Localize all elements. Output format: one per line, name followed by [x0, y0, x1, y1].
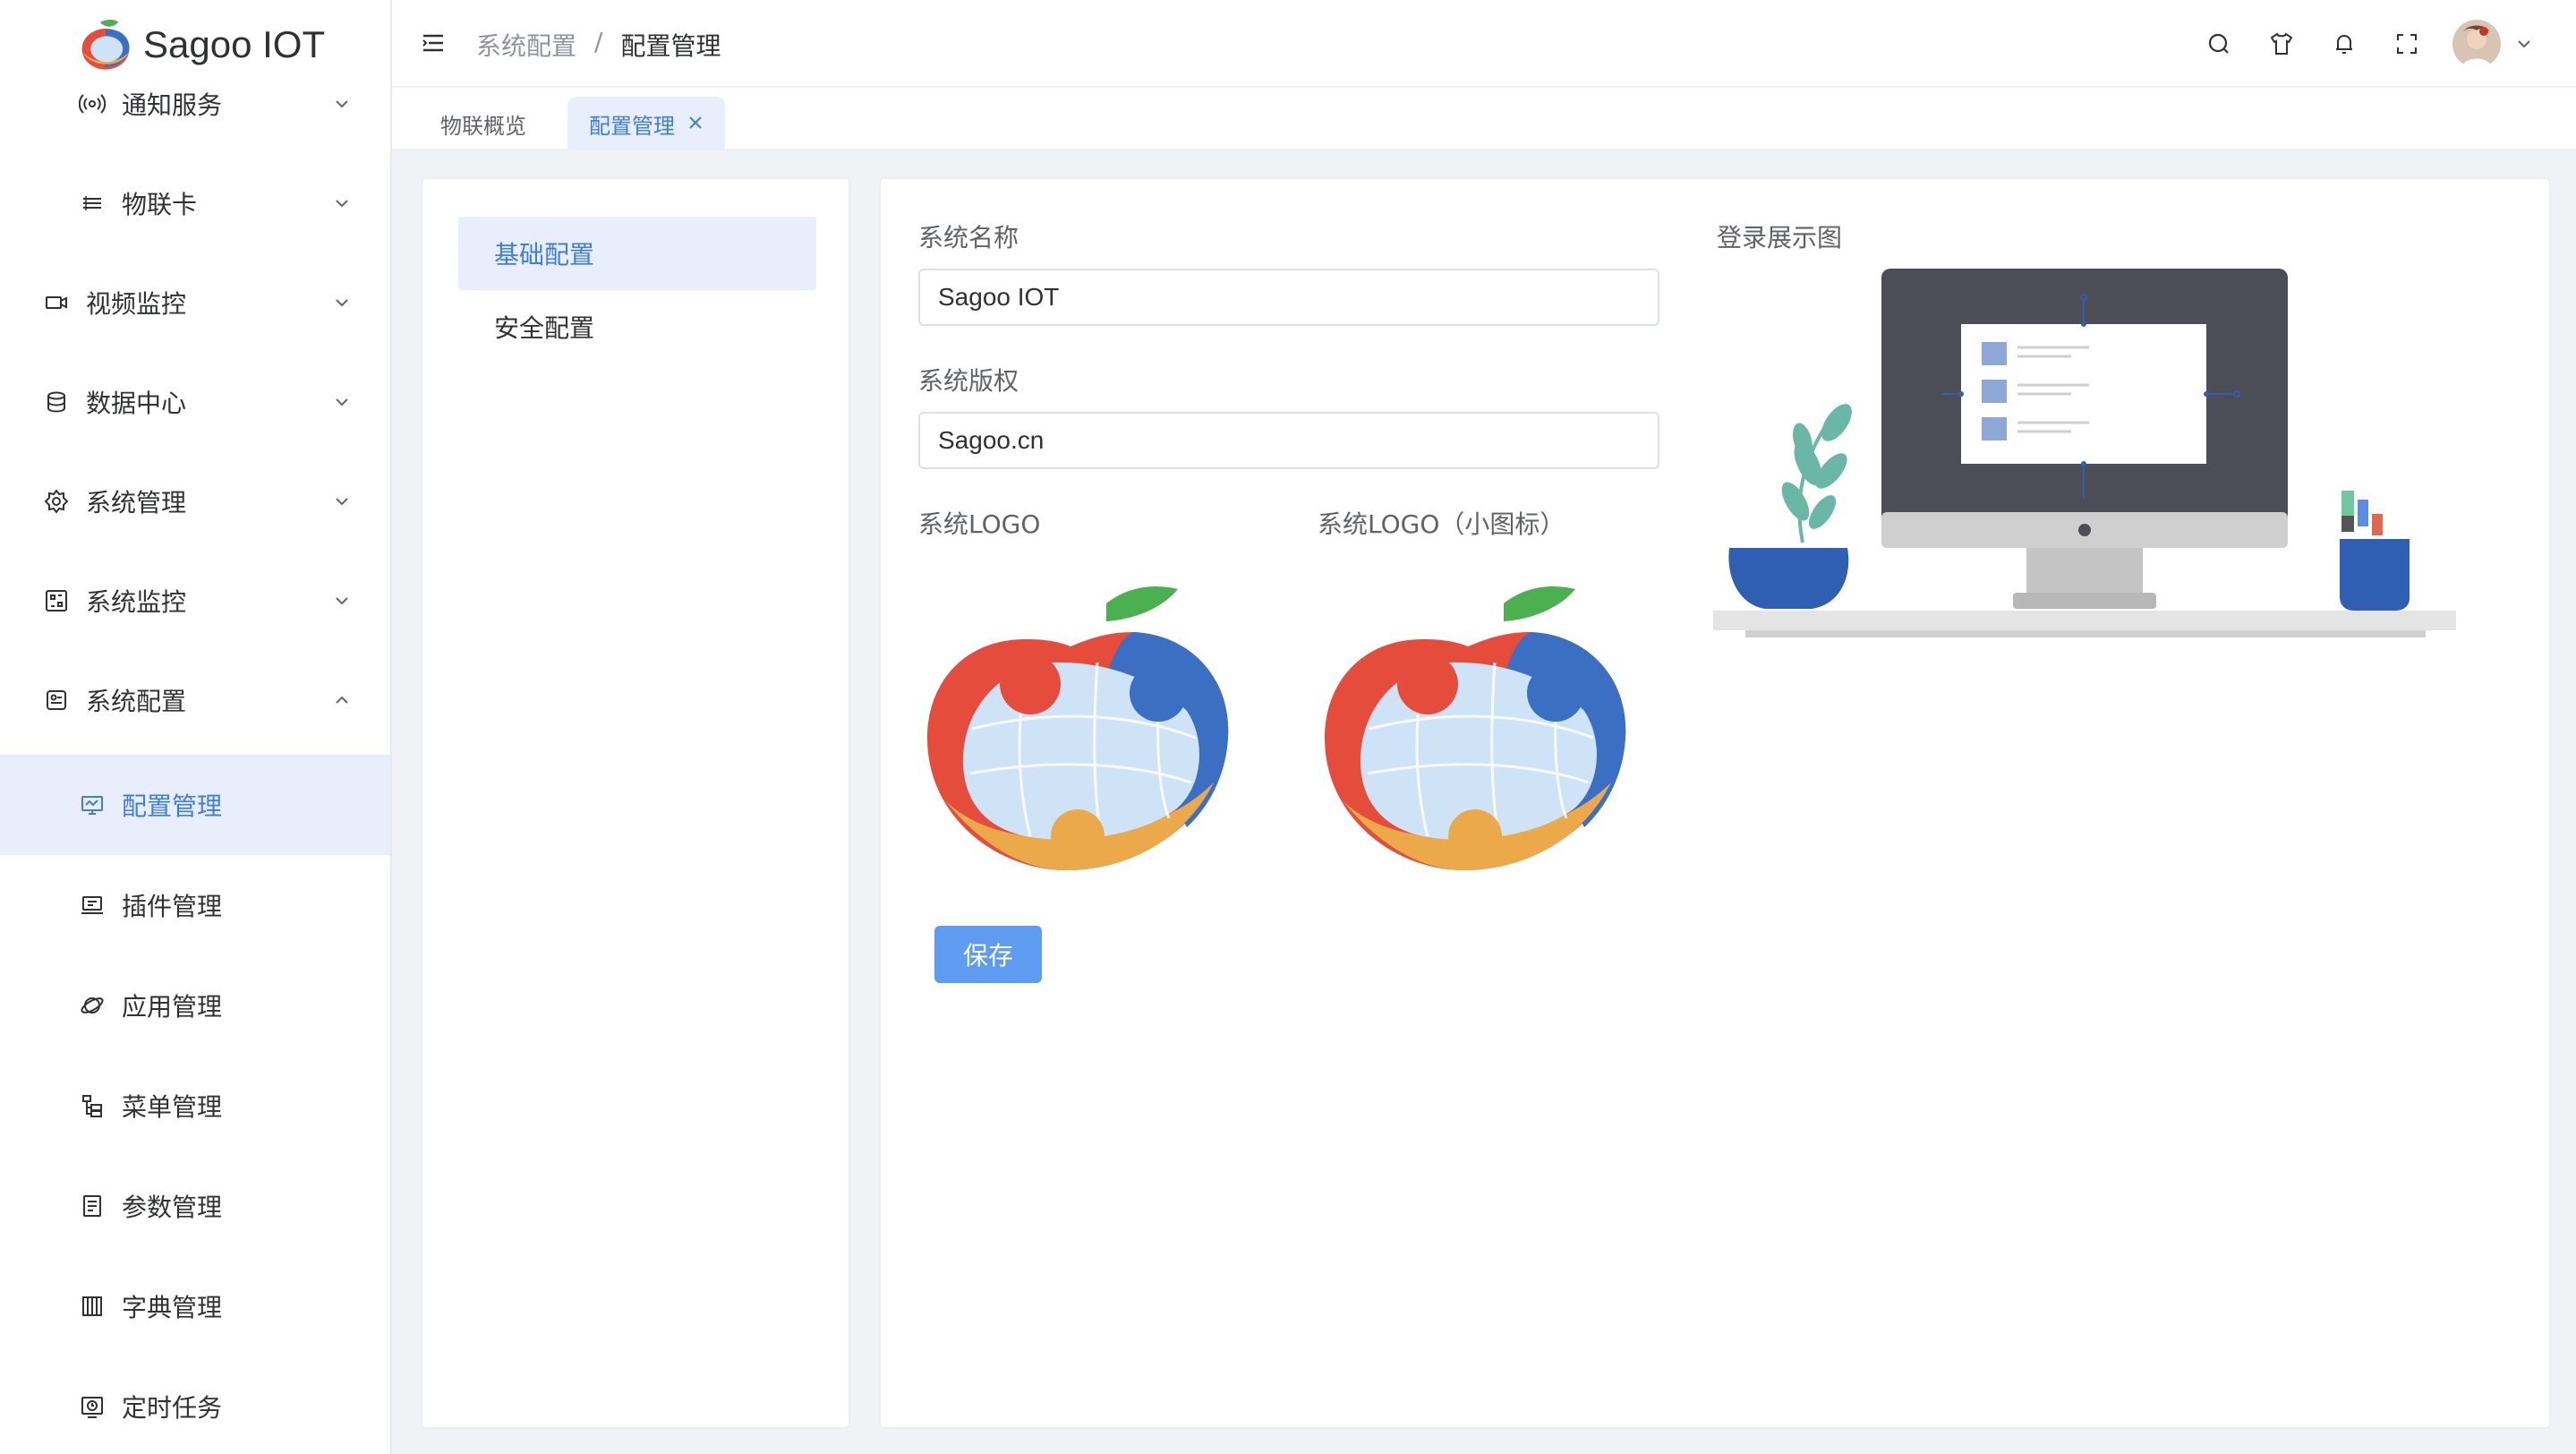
sidebar-item-label: 定时任务 — [122, 1393, 223, 1423]
chevron-down-icon — [336, 200, 348, 208]
avatar[interactable] — [2452, 20, 2501, 68]
config-item-label: 基础配置 — [494, 240, 595, 269]
sidebar-item-plugin-management[interactable]: 插件管理 — [0, 855, 390, 955]
document-icon — [79, 1193, 106, 1219]
breadcrumb-separator: / — [594, 27, 603, 56]
tab-iot-overview[interactable]: 物联概览 — [419, 97, 548, 150]
config-icon — [43, 687, 70, 714]
save-button[interactable]: 保存 — [934, 926, 1042, 983]
chevron-down-icon — [336, 498, 348, 506]
system-name-label: 系统名称 — [918, 223, 1019, 252]
chevron-down-icon[interactable] — [2508, 20, 2540, 68]
sidebar-item-iot-card[interactable]: 物联卡 — [0, 153, 390, 253]
sidebar-item-label: 系统监控 — [86, 587, 187, 617]
sidebar-item-data-center[interactable]: 数据中心 — [0, 352, 390, 452]
sidebar-item-system-management[interactable]: 系统管理 — [0, 451, 390, 552]
menu-tree-icon — [79, 1092, 106, 1119]
copyright-label: 系统版权 — [918, 366, 1019, 396]
close-icon[interactable] — [687, 110, 704, 137]
chevron-down-icon — [336, 398, 348, 406]
tab-label: 配置管理 — [589, 113, 675, 139]
chevron-down-icon — [336, 100, 348, 108]
fullscreen-icon[interactable] — [2383, 20, 2431, 68]
breadcrumb-current: 配置管理 — [620, 31, 721, 61]
sidebar-item-label: 配置管理 — [122, 791, 223, 821]
system-name-input[interactable] — [918, 269, 1659, 326]
tab-label: 物联概览 — [440, 113, 526, 139]
config-category-panel: 基础配置 安全配置 — [421, 177, 850, 1429]
sidebar-item-param-management[interactable]: 参数管理 — [0, 1156, 390, 1256]
gear-icon — [43, 488, 70, 515]
logo-small-label: 系统LOGO（小图标） — [1318, 509, 1565, 539]
chevron-down-icon — [336, 597, 348, 605]
sidebar-item-label: 应用管理 — [122, 992, 223, 1022]
search-icon[interactable] — [2195, 20, 2243, 68]
sidebar-item-label: 参数管理 — [122, 1193, 223, 1222]
logo-small-upload-image[interactable] — [1316, 577, 1638, 881]
sidebar-item-notification-service[interactable]: 通知服务 — [0, 54, 390, 154]
sidebar-item-system-config[interactable]: 系统配置 — [0, 650, 390, 750]
dictionary-icon — [79, 1293, 106, 1320]
login-image-label: 登录展示图 — [1717, 223, 1843, 252]
planet-icon — [79, 992, 106, 1019]
sidebar-item-app-management[interactable]: 应用管理 — [0, 955, 390, 1056]
copyright-input[interactable] — [918, 412, 1659, 469]
config-item-security[interactable]: 安全配置 — [458, 290, 816, 364]
sidebar-item-label: 菜单管理 — [122, 1092, 223, 1122]
sidebar-item-scheduled-tasks[interactable]: 定时任务 — [0, 1356, 390, 1454]
sidebar-item-label: 系统管理 — [86, 488, 187, 517]
sidebar-item-dictionary-management[interactable]: 字典管理 — [0, 1256, 390, 1356]
sidebar: Sagoo IOT 通知服务 物联卡 视频监控 数据中心 系统管理 系统监控 系… — [0, 0, 392, 1454]
config-item-label: 安全配置 — [494, 313, 595, 343]
sidebar-item-label: 插件管理 — [122, 892, 223, 921]
sidebar-item-label: 视频监控 — [86, 289, 187, 319]
logo-label: 系统LOGO — [918, 509, 1041, 539]
screen-icon — [79, 791, 106, 818]
sidebar-item-menu-management[interactable]: 菜单管理 — [0, 1056, 390, 1156]
database-icon — [43, 389, 70, 415]
sidebar-item-video-surveillance[interactable]: 视频监控 — [0, 252, 390, 353]
tab-config-management[interactable]: 配置管理 — [567, 97, 725, 150]
config-item-basic[interactable]: 基础配置 — [458, 217, 816, 290]
breadcrumb-parent[interactable]: 系统配置 — [476, 27, 576, 63]
breadcrumb: 系统配置 / 配置管理 — [476, 27, 721, 63]
scheduled-task-icon — [79, 1393, 106, 1420]
plugin-icon — [79, 892, 106, 919]
video-camera-icon — [43, 289, 70, 316]
chevron-up-icon — [336, 696, 348, 704]
sidebar-item-label: 通知服务 — [122, 90, 223, 120]
top-header: 系统配置 / 配置管理 — [392, 0, 2576, 88]
basic-config-form: 系统名称 系统版权 系统LOGO 系统LOGO（小图标） — [879, 177, 2551, 1429]
sidebar-item-system-monitoring[interactable]: 系统监控 — [0, 551, 390, 651]
sidebar-item-label: 系统配置 — [86, 687, 187, 716]
shirt-icon[interactable] — [2257, 20, 2306, 68]
logo-upload-image[interactable] — [918, 577, 1241, 881]
sim-card-icon — [79, 190, 106, 217]
login-illustration-image[interactable] — [1713, 265, 2465, 659]
sidebar-item-label: 物联卡 — [122, 190, 198, 219]
tab-bar: 物联概览 配置管理 — [392, 88, 2576, 150]
chevron-down-icon — [336, 299, 348, 307]
sidebar-item-label: 数据中心 — [86, 389, 187, 418]
sidebar-item-label: 字典管理 — [122, 1293, 223, 1322]
monitor-grid-icon — [43, 587, 70, 614]
broadcast-icon — [79, 90, 106, 117]
hamburger-menu-icon[interactable] — [421, 30, 446, 56]
header-actions — [2180, 20, 2540, 68]
sidebar-item-config-management[interactable]: 配置管理 — [0, 755, 390, 855]
bell-icon[interactable] — [2320, 20, 2368, 68]
